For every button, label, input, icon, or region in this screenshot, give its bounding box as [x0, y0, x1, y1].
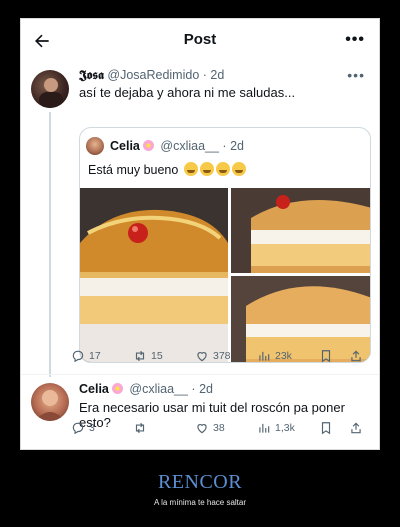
quoted-tweet-text-row: Está muy bueno [88, 162, 246, 177]
like-count: 38 [213, 422, 225, 434]
heart-icon [197, 424, 207, 434]
tweet-text: así te dejaba y ahora ni me saludas... [79, 85, 296, 100]
reply-tweet-header: Celia @cxliaa__ · 2d [79, 382, 213, 396]
repost-icon [135, 422, 145, 434]
tweet-more-icon[interactable]: ••• [347, 67, 365, 83]
flower-icon [142, 140, 154, 151]
quoted-author-name: Celia [110, 139, 140, 153]
views-chart-icon [259, 423, 270, 433]
quoted-tweet-text: Está muy bueno [88, 163, 179, 177]
bookmark-button[interactable] [319, 421, 349, 435]
repost-button[interactable] [133, 421, 195, 435]
joy-emoji-icon [183, 162, 198, 176]
tweet-header: 𝕵𝖔𝖘𝖆 @JosaRedimido · 2d [79, 68, 225, 82]
views-count: 23k [275, 350, 292, 362]
like-button[interactable]: 38 [195, 421, 257, 435]
flower-icon [111, 383, 123, 394]
share-icon [351, 422, 361, 434]
thread-line [49, 112, 51, 377]
avatar[interactable] [31, 383, 69, 421]
bookmark-icon [321, 350, 331, 363]
bookmark-icon [321, 422, 331, 435]
reply-button[interactable]: 3 [71, 421, 133, 435]
repost-button[interactable]: 15 [133, 349, 195, 363]
joy-emoji-icon [215, 162, 230, 176]
page-title: Post [183, 31, 217, 48]
views-chart-icon [259, 351, 270, 361]
repost-icon [135, 350, 145, 362]
repost-count: 15 [151, 350, 163, 362]
avatar[interactable] [31, 70, 69, 108]
joy-emoji-icon [199, 162, 214, 176]
author-handle[interactable]: @JosaRedimido [107, 68, 199, 82]
views-button[interactable]: 23k [257, 349, 319, 363]
bookmark-button[interactable] [319, 349, 349, 363]
tweet-actions: 17 15 378 23k [71, 349, 371, 363]
views-button[interactable]: 1,3k [257, 421, 319, 435]
reply-tweet-actions: 3 38 1,3k [71, 421, 371, 435]
top-bar: Post ••• [21, 19, 379, 63]
roscon-photo-main[interactable] [80, 188, 228, 362]
heart-icon [197, 352, 207, 362]
roscon-photo-top[interactable] [231, 188, 370, 273]
reply-icon [72, 422, 84, 435]
quoted-tweet-header: Celia @cxliaa__ · 2d [110, 139, 244, 153]
like-count: 378 [213, 350, 231, 362]
quoted-author-handle: @cxliaa__ [160, 139, 219, 153]
quoted-tweet-time: 2d [230, 139, 244, 153]
more-options-icon[interactable]: ••• [345, 31, 365, 49]
caption-subtitle: A la mínima te hace saltar [153, 498, 247, 507]
share-button[interactable] [349, 421, 367, 435]
share-icon [351, 350, 361, 362]
joy-emoji-icon [231, 162, 246, 176]
reply-button[interactable]: 17 [71, 349, 133, 363]
avatar [86, 137, 104, 155]
views-count: 1,3k [275, 422, 295, 434]
reply-author-handle[interactable]: @cxliaa__ [129, 382, 188, 396]
quoted-tweet[interactable]: Celia @cxliaa__ · 2d Está muy bueno [79, 127, 371, 363]
caption-title: RENCOR [157, 471, 243, 493]
author-name[interactable]: 𝕵𝖔𝖘𝖆 [79, 68, 104, 82]
tweet-time[interactable]: 2d [210, 68, 224, 82]
reply-author-name[interactable]: Celia [79, 382, 109, 396]
reply-count: 17 [89, 350, 101, 362]
divider [21, 374, 379, 375]
reply-tweet-time[interactable]: 2d [199, 382, 213, 396]
post-screenshot-frame: Post ••• 𝕵𝖔𝖘𝖆 @JosaRedimido · 2d ••• así… [20, 18, 380, 450]
share-button[interactable] [349, 349, 367, 363]
like-button[interactable]: 378 [195, 349, 257, 363]
reply-icon [72, 350, 84, 363]
reply-count: 3 [89, 422, 95, 434]
